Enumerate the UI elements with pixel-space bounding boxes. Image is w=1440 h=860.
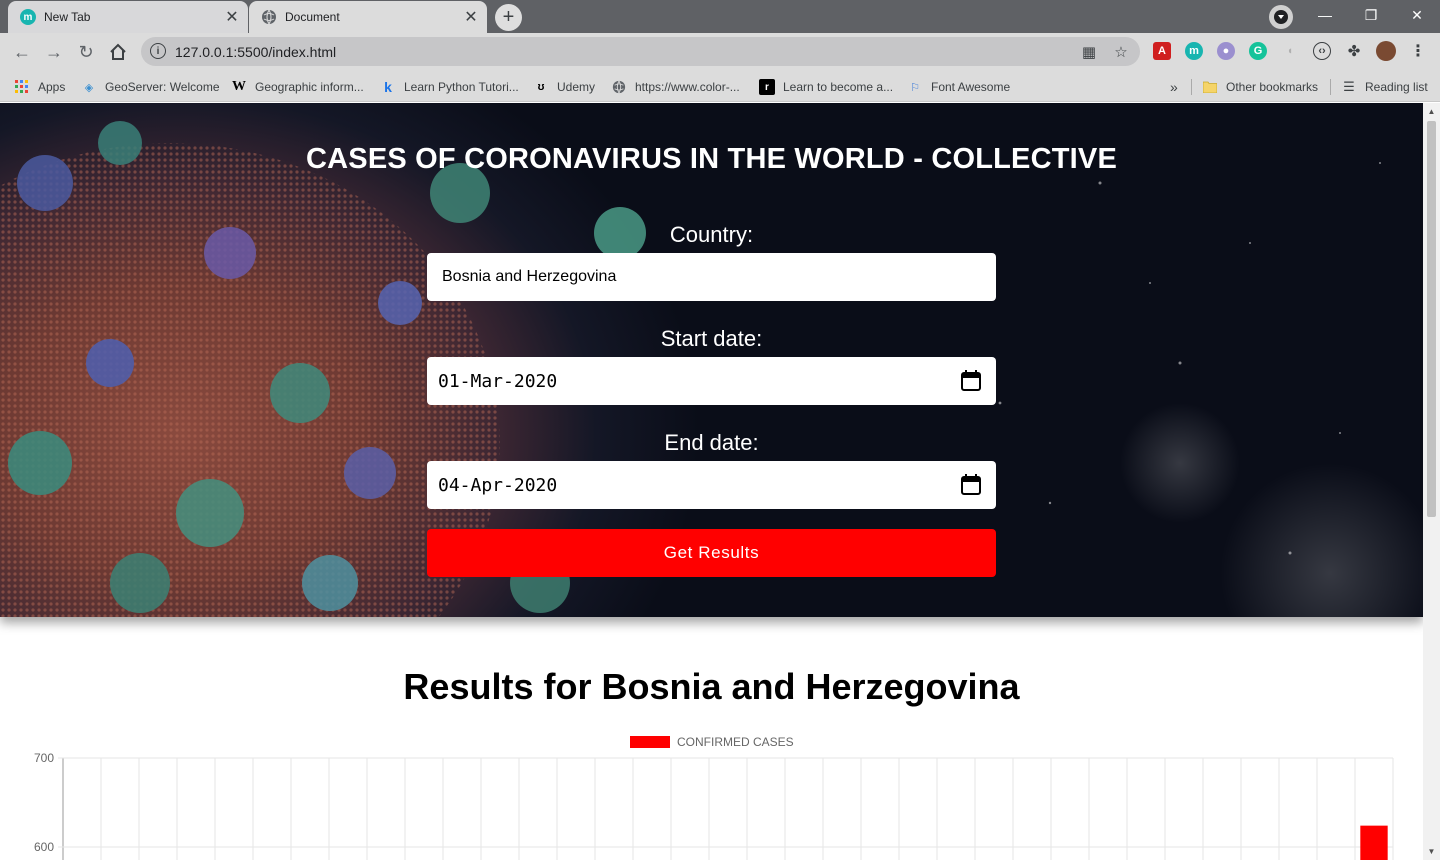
avatar[interactable] bbox=[1376, 41, 1396, 61]
page-viewport: CASES OF CORONAVIRUS IN THE WORLD - COLL… bbox=[0, 103, 1440, 860]
calendar-icon[interactable] bbox=[961, 370, 981, 391]
bookmark-label: Other bookmarks bbox=[1226, 80, 1319, 94]
tab-document[interactable]: Document ✕ bbox=[249, 1, 487, 33]
bookmark-label: Learn to become a... bbox=[783, 80, 894, 94]
end-date-input[interactable]: 04-Apr-2020 bbox=[427, 461, 996, 509]
country-input-value: Bosnia and Herzegovina bbox=[442, 268, 617, 285]
address-bar[interactable]: i 127.0.0.1:5500/index.html ▦ ☆ bbox=[141, 37, 1140, 66]
bookmark-label: https://www.color-... bbox=[635, 80, 740, 94]
bookmark-learn-to-become[interactable]: r Learn to become a... bbox=[759, 77, 893, 97]
browser-toolbar: ← → ↻ i 127.0.0.1:5500/index.html ▦ ☆ A … bbox=[0, 33, 1440, 71]
y-tick-label: 700 bbox=[34, 751, 54, 765]
bar-confirmed-cases bbox=[1360, 825, 1388, 860]
home-icon bbox=[110, 43, 126, 60]
bookmark-font-awesome[interactable]: ⚐ Font Awesome bbox=[907, 77, 1010, 97]
page-title: CASES OF CORONAVIRUS IN THE WORLD - COLL… bbox=[305, 143, 1117, 175]
home-button[interactable] bbox=[103, 37, 133, 67]
reload-button[interactable]: ↻ bbox=[71, 37, 101, 67]
bookmark-label: Udemy bbox=[557, 80, 596, 94]
country-input[interactable]: Bosnia and Herzegovina bbox=[427, 253, 996, 301]
start-date-input[interactable]: 01-Mar-2020 bbox=[427, 357, 996, 405]
k-icon: k bbox=[384, 79, 392, 95]
legend-label: CONFIRMED CASES bbox=[677, 735, 794, 749]
more-menu-icon[interactable]: ⋮ bbox=[1409, 42, 1427, 60]
m-favicon-icon: m bbox=[20, 9, 36, 25]
end-date-label: End date: bbox=[664, 430, 759, 455]
apps-grid-icon bbox=[14, 79, 30, 95]
tab-strip: m New Tab ✕ Document ✕ + — ❐ ✕ bbox=[0, 0, 1440, 33]
bookmark-label: Learn Python Tutori... bbox=[404, 80, 519, 94]
page-scrollbar[interactable]: ▲ ▼ bbox=[1423, 103, 1440, 860]
qr-code-icon[interactable]: ▦ bbox=[1079, 42, 1099, 62]
reading-list-icon: ☰ bbox=[1343, 79, 1355, 94]
scroll-thumb[interactable] bbox=[1427, 121, 1436, 517]
geoserver-icon: ◈ bbox=[84, 81, 94, 94]
restore-button[interactable]: ❐ bbox=[1348, 0, 1394, 30]
globe-icon bbox=[611, 79, 627, 95]
info-icon[interactable]: i bbox=[150, 43, 166, 59]
close-icon[interactable]: ✕ bbox=[461, 7, 481, 27]
calendar-icon[interactable] bbox=[961, 474, 981, 495]
end-date-value: 04-Apr-2020 bbox=[438, 474, 558, 496]
start-date-value: 01-Mar-2020 bbox=[438, 370, 558, 392]
tab-search-button[interactable] bbox=[1269, 5, 1293, 29]
results-title: Results for Bosnia and Herzegovina bbox=[403, 666, 1020, 707]
bookmark-label: Geographic inform... bbox=[255, 80, 364, 94]
star-icon[interactable]: ☆ bbox=[1111, 42, 1131, 62]
bookmark-udemy[interactable]: ʊ Udemy bbox=[533, 77, 595, 97]
bookmark-apps[interactable]: Apps bbox=[14, 77, 65, 97]
new-tab-button[interactable]: + bbox=[495, 4, 522, 31]
window-close-button[interactable]: ✕ bbox=[1394, 0, 1440, 30]
grammarly-icon[interactable]: G bbox=[1249, 42, 1267, 60]
divider bbox=[1191, 79, 1192, 95]
forward-button[interactable]: → bbox=[39, 37, 69, 67]
bookmarks-overflow-chevron-icon[interactable]: » bbox=[1170, 77, 1178, 97]
bookmark-geographic-info[interactable]: W Geographic inform... bbox=[231, 77, 364, 97]
bookmark-label: Apps bbox=[38, 80, 66, 94]
scroll-down-icon[interactable]: ▼ bbox=[1427, 847, 1436, 856]
drop-extension-icon[interactable]: ◖ bbox=[1281, 42, 1299, 60]
start-date-label: Start date: bbox=[660, 326, 763, 351]
r-icon: r bbox=[759, 79, 775, 95]
bookmark-label: GeoServer: Welcome bbox=[105, 80, 220, 94]
wikipedia-icon: W bbox=[232, 79, 246, 94]
bookmark-label: Font Awesome bbox=[931, 80, 1011, 94]
url-text: 127.0.0.1:5500/index.html bbox=[175, 44, 337, 60]
y-tick-label: 600 bbox=[34, 840, 54, 854]
pdf-extension-icon[interactable]: A bbox=[1153, 42, 1171, 60]
get-results-button[interactable]: Get Results bbox=[427, 529, 996, 577]
bookmark-geoserver[interactable]: ◈ GeoServer: Welcome bbox=[81, 77, 220, 97]
confirmed-cases-chart: CONFIRMED CASES 700 600 bbox=[34, 735, 1394, 860]
flag-icon: ⚐ bbox=[910, 81, 920, 94]
chevron-down-icon bbox=[1274, 10, 1288, 24]
legend-swatch bbox=[630, 736, 670, 748]
hero-section: CASES OF CORONAVIRUS IN THE WORLD - COLL… bbox=[0, 103, 1423, 617]
tab-title: Document bbox=[285, 10, 340, 24]
country-label: Country: bbox=[669, 222, 754, 247]
bookmark-color[interactable]: https://www.color-... bbox=[611, 77, 740, 97]
reading-list-button[interactable]: ☰ Reading list bbox=[1341, 77, 1428, 97]
close-icon[interactable]: ✕ bbox=[222, 7, 242, 27]
circle-extension-icon[interactable]: ● bbox=[1217, 42, 1235, 60]
tab-title: New Tab bbox=[44, 10, 91, 24]
bookmarks-bar: Apps ◈ GeoServer: Welcome W Geographic i… bbox=[0, 71, 1440, 102]
bookmark-learn-python[interactable]: k Learn Python Tutori... bbox=[380, 77, 519, 97]
puzzle-icon[interactable]: ✤ bbox=[1345, 42, 1363, 60]
bookmark-other-bookmarks[interactable]: Other bookmarks bbox=[1202, 77, 1318, 97]
tab-new-tab[interactable]: m New Tab ✕ bbox=[8, 1, 248, 33]
divider bbox=[1330, 79, 1331, 95]
minimize-button[interactable]: — bbox=[1302, 0, 1348, 30]
reading-list-label: Reading list bbox=[1365, 80, 1428, 94]
folder-icon bbox=[1202, 79, 1218, 95]
devtools-extension-icon[interactable]: ‹› bbox=[1313, 42, 1331, 60]
udemy-icon: ʊ bbox=[537, 81, 545, 93]
back-button[interactable]: ← bbox=[7, 37, 37, 67]
globe-icon bbox=[261, 9, 277, 25]
m-extension-icon[interactable]: m bbox=[1185, 42, 1203, 60]
scroll-up-icon[interactable]: ▲ bbox=[1427, 107, 1436, 116]
